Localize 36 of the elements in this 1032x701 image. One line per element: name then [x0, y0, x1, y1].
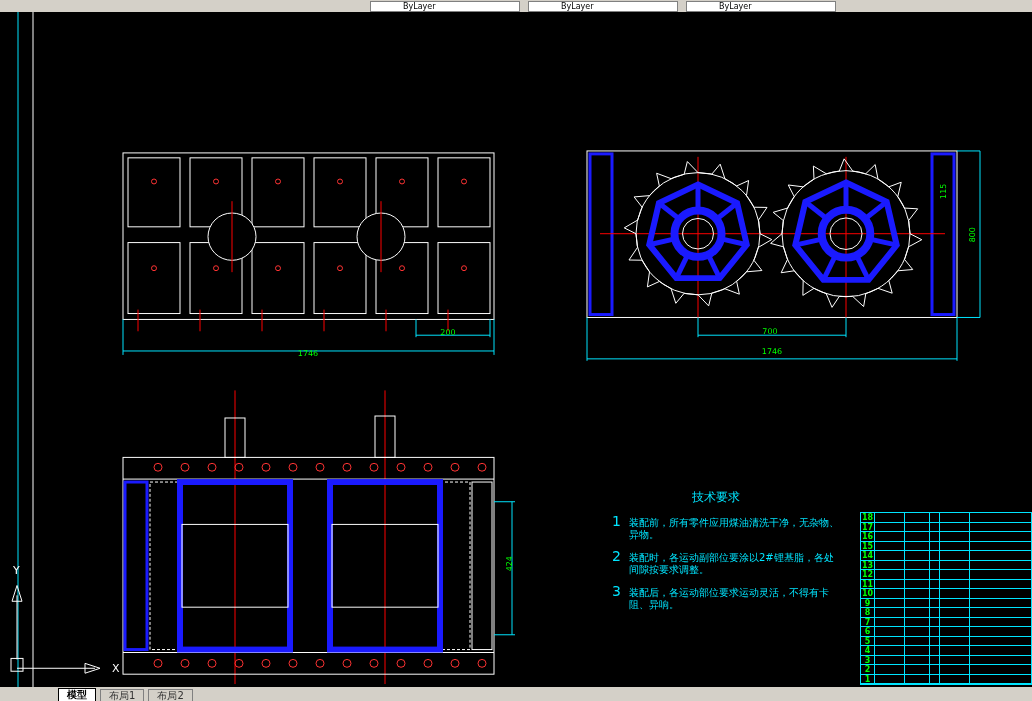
layout-tab[interactable]: 布局1: [100, 689, 145, 701]
dimension-label: 800: [967, 227, 977, 243]
item-number: 3: [612, 582, 621, 601]
item-number: 2: [612, 547, 621, 566]
row-number: 10: [861, 589, 875, 598]
row-number: 3: [861, 655, 875, 664]
row-number: 7: [861, 617, 875, 626]
row-number: 12: [861, 570, 875, 579]
requirement-text: 装配时，各运动副部位要涂以2#锂基脂，各处间隙按要求调整。: [628, 552, 835, 576]
item-number: 1: [612, 512, 621, 531]
requirement-text: 装配前，所有零件应用煤油清洗干净，无杂物、异物。: [628, 517, 840, 541]
row-number: 14: [861, 551, 875, 560]
row-number: 5: [861, 636, 875, 645]
requirements-title: 技术要求: [691, 489, 741, 506]
row-number: 6: [861, 627, 875, 636]
row-number: 1: [861, 674, 875, 683]
row-number: 2: [861, 665, 875, 674]
layout-tab[interactable]: 布局2: [148, 689, 193, 701]
row-number: 16: [861, 532, 875, 541]
row-number: 4: [861, 646, 875, 655]
row-number: 18: [861, 513, 875, 522]
linetype-dropdown[interactable]: ByLayer: [370, 0, 520, 12]
axis-label: Y: [13, 563, 20, 577]
row-number: 8: [861, 608, 875, 617]
requirement-text: 装配后，各运动部位要求运动灵活，不得有卡阻、异响。: [628, 587, 830, 611]
axis-label: X: [112, 662, 120, 676]
row-number: 15: [861, 541, 875, 550]
row-number: 17: [861, 522, 875, 531]
row-number: 9: [861, 598, 875, 607]
layout-tab[interactable]: 模型: [58, 688, 96, 701]
linetype-dropdown[interactable]: ByLayer: [528, 0, 678, 12]
linetype-dropdown[interactable]: ByLayer: [686, 0, 836, 12]
dimension-label: 424: [504, 556, 514, 572]
dimension-label: 115: [938, 183, 948, 199]
row-number: 11: [861, 579, 875, 588]
row-number: 13: [861, 560, 875, 569]
